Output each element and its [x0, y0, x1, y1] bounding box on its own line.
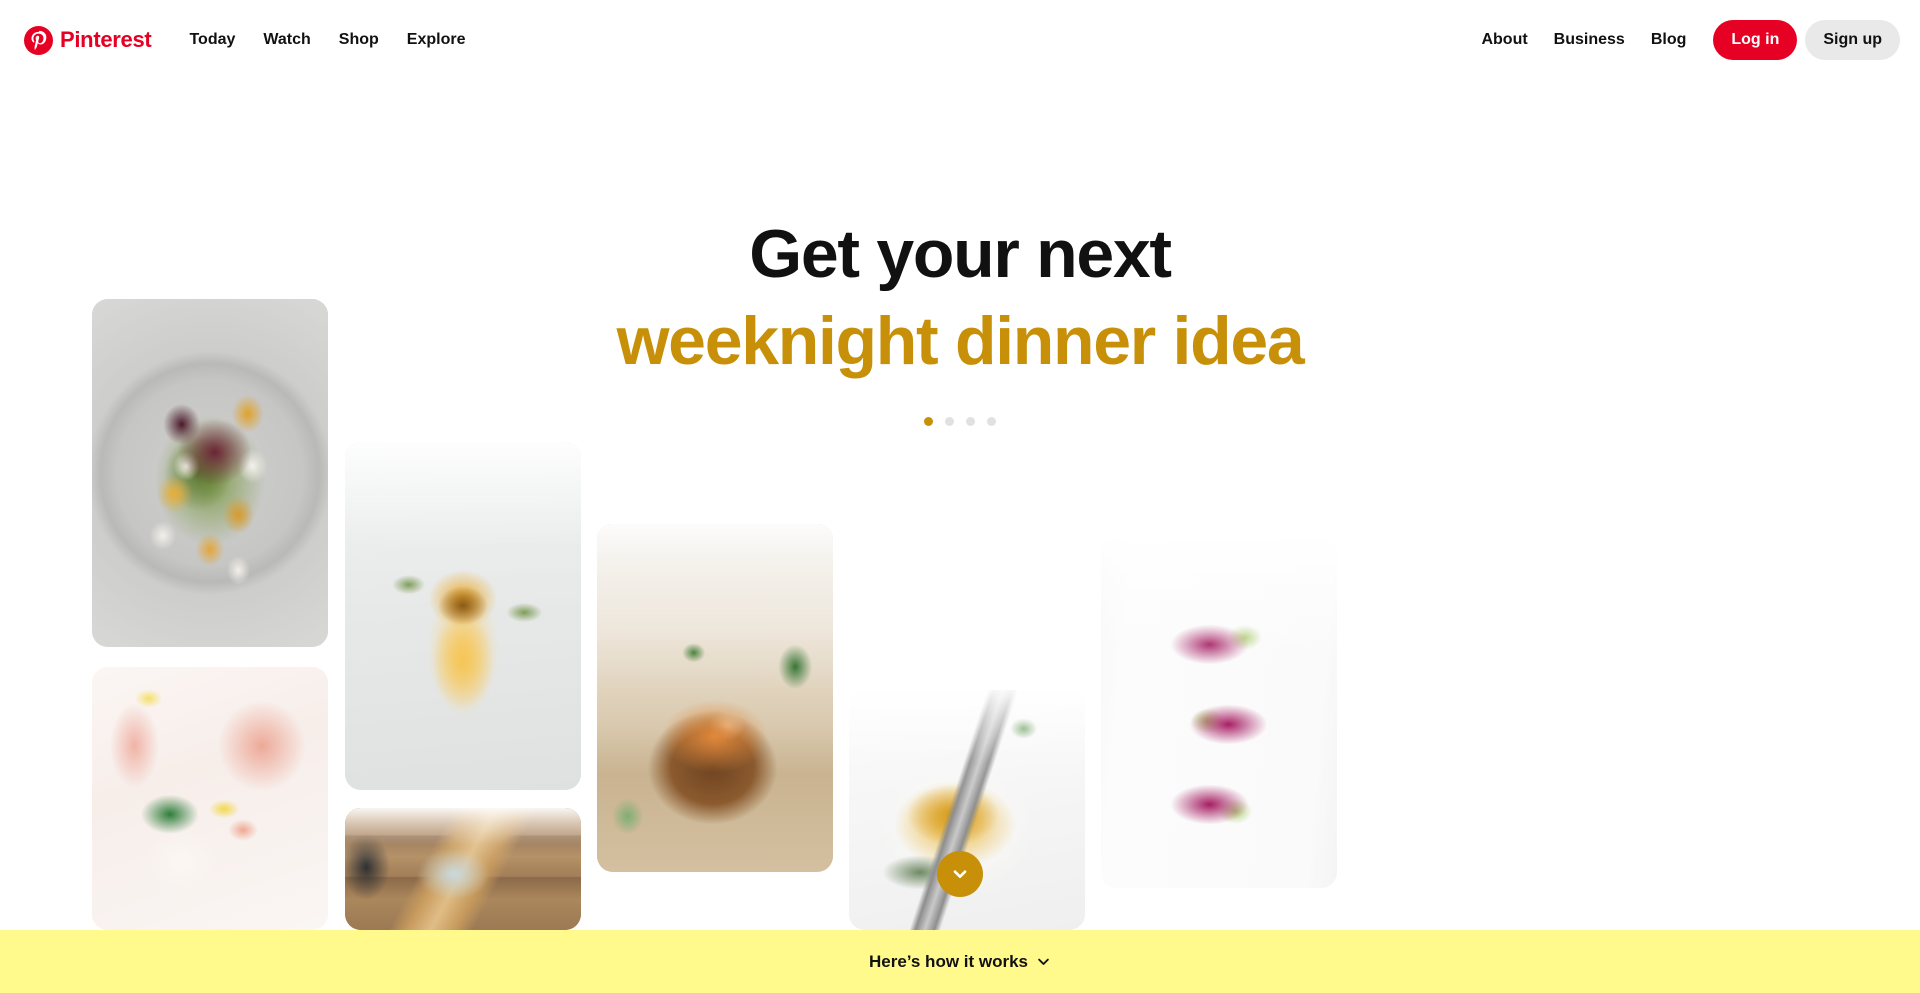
pin-beet-toast[interactable] — [1101, 540, 1337, 888]
carousel-dot-1[interactable] — [924, 416, 933, 426]
pin-rolling-pin[interactable] — [345, 808, 581, 930]
pin-pink-lemonade-image — [92, 667, 328, 930]
chevron-down-icon — [1038, 958, 1049, 965]
scroll-down-button[interactable] — [937, 851, 983, 897]
pin-wooden-bowl-image — [597, 524, 833, 872]
pinterest-p-icon — [24, 25, 53, 55]
pin-charred-orange-cocktail[interactable] — [345, 442, 581, 790]
chevron-down-icon — [953, 870, 967, 878]
pin-beet-salad[interactable] — [92, 299, 328, 647]
nav-item-explore[interactable]: Explore — [393, 21, 480, 59]
login-button[interactable]: Log in — [1713, 20, 1798, 60]
nav-item-watch[interactable]: Watch — [249, 21, 324, 59]
carousel-dot-4[interactable] — [987, 416, 996, 426]
brand-name: Pinterest — [60, 27, 152, 52]
carousel-dot-2[interactable] — [945, 416, 954, 426]
pin-beet-toast-image — [1101, 540, 1337, 888]
nav-item-shop[interactable]: Shop — [325, 21, 393, 59]
nav-item-blog[interactable]: Blog — [1638, 21, 1700, 59]
how-it-works-label: Here’s how it works — [868, 951, 1029, 971]
pin-beet-salad-image — [92, 299, 328, 647]
pin-rolling-pin-image — [345, 808, 581, 930]
signup-button[interactable]: Sign up — [1805, 20, 1900, 60]
nav-item-about[interactable]: About — [1468, 21, 1540, 59]
nav-item-today[interactable]: Today — [175, 21, 249, 59]
carousel-dots — [0, 416, 1920, 426]
pinterest-logo-link[interactable]: Pinterest — [24, 25, 152, 55]
pin-charred-orange-cocktail-image — [345, 442, 581, 790]
secondary-nav: About Business Blog Log in Sign up — [1468, 20, 1900, 60]
nav-item-business[interactable]: Business — [1541, 21, 1638, 59]
carousel-dot-3[interactable] — [966, 416, 975, 426]
primary-nav: Today Watch Shop Explore — [175, 21, 479, 59]
pin-pink-lemonade[interactable] — [92, 667, 328, 930]
how-it-works-bar: Here’s how it works — [0, 930, 1920, 993]
pin-wooden-bowl[interactable] — [597, 524, 833, 872]
pin-collage — [0, 0, 1920, 930]
site-header: Pinterest Today Watch Shop Explore About… — [0, 0, 1920, 80]
how-it-works-button[interactable]: Here’s how it works — [859, 946, 1061, 978]
